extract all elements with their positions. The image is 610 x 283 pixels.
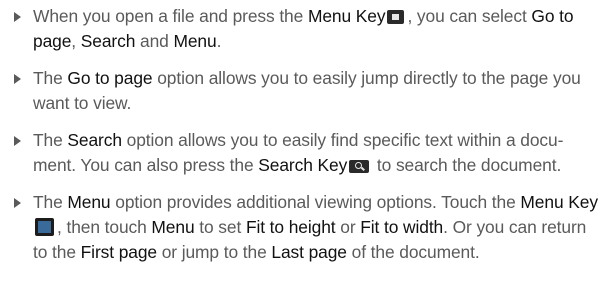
item-text: option provides additional viewing optio… xyxy=(110,192,521,212)
list-item: The Go to page option allows you to easi… xyxy=(10,66,602,116)
item-text: of the document. xyxy=(346,242,480,262)
item-text: to set xyxy=(194,217,246,237)
menu-key-icon xyxy=(387,10,405,24)
bullet-arrow-icon xyxy=(14,198,21,208)
item-keyword: Search xyxy=(67,130,122,150)
bullet-arrow-icon xyxy=(14,74,21,84)
list-item: The Search option allows you to easily f… xyxy=(10,128,602,178)
search-key-icon xyxy=(349,160,370,173)
item-text: to search the document. xyxy=(372,155,562,175)
item-text: The xyxy=(33,130,68,150)
item-text: . xyxy=(216,31,222,51)
item-keyword: Search Key xyxy=(258,155,348,175)
item-text: , then touch xyxy=(57,217,152,237)
bullet-arrow-icon xyxy=(14,12,21,22)
item-text: , xyxy=(71,31,81,51)
item-text: , you can select xyxy=(407,6,532,26)
item-text: The xyxy=(33,68,68,88)
bullet-arrow-icon xyxy=(14,136,21,146)
item-text: When you open a file and press the xyxy=(33,6,308,26)
item-keyword: Search xyxy=(80,31,136,51)
item-keyword: Menu Key xyxy=(520,192,598,212)
document-page: When you open a file and press the Menu … xyxy=(0,0,610,283)
item-keyword: Go to page xyxy=(67,68,153,88)
item-text: or jump to the xyxy=(156,242,272,262)
item-keyword: Menu Key xyxy=(307,6,386,26)
item-keyword: Menu xyxy=(173,31,217,51)
item-keyword: Menu xyxy=(67,192,111,212)
item-keyword: First page xyxy=(80,242,157,262)
item-text: and xyxy=(135,31,174,51)
item-text: The xyxy=(33,192,68,212)
list-item: When you open a file and press the Menu … xyxy=(10,4,602,54)
item-keyword: Fit to height xyxy=(245,217,336,237)
menu-key-icon xyxy=(35,218,54,236)
list-item: The Menu option provides additional view… xyxy=(10,190,602,265)
item-keyword: Last page xyxy=(271,242,347,262)
item-text: or xyxy=(335,217,361,237)
item-keyword: Menu xyxy=(151,217,195,237)
item-keyword: Fit to width xyxy=(360,217,444,237)
